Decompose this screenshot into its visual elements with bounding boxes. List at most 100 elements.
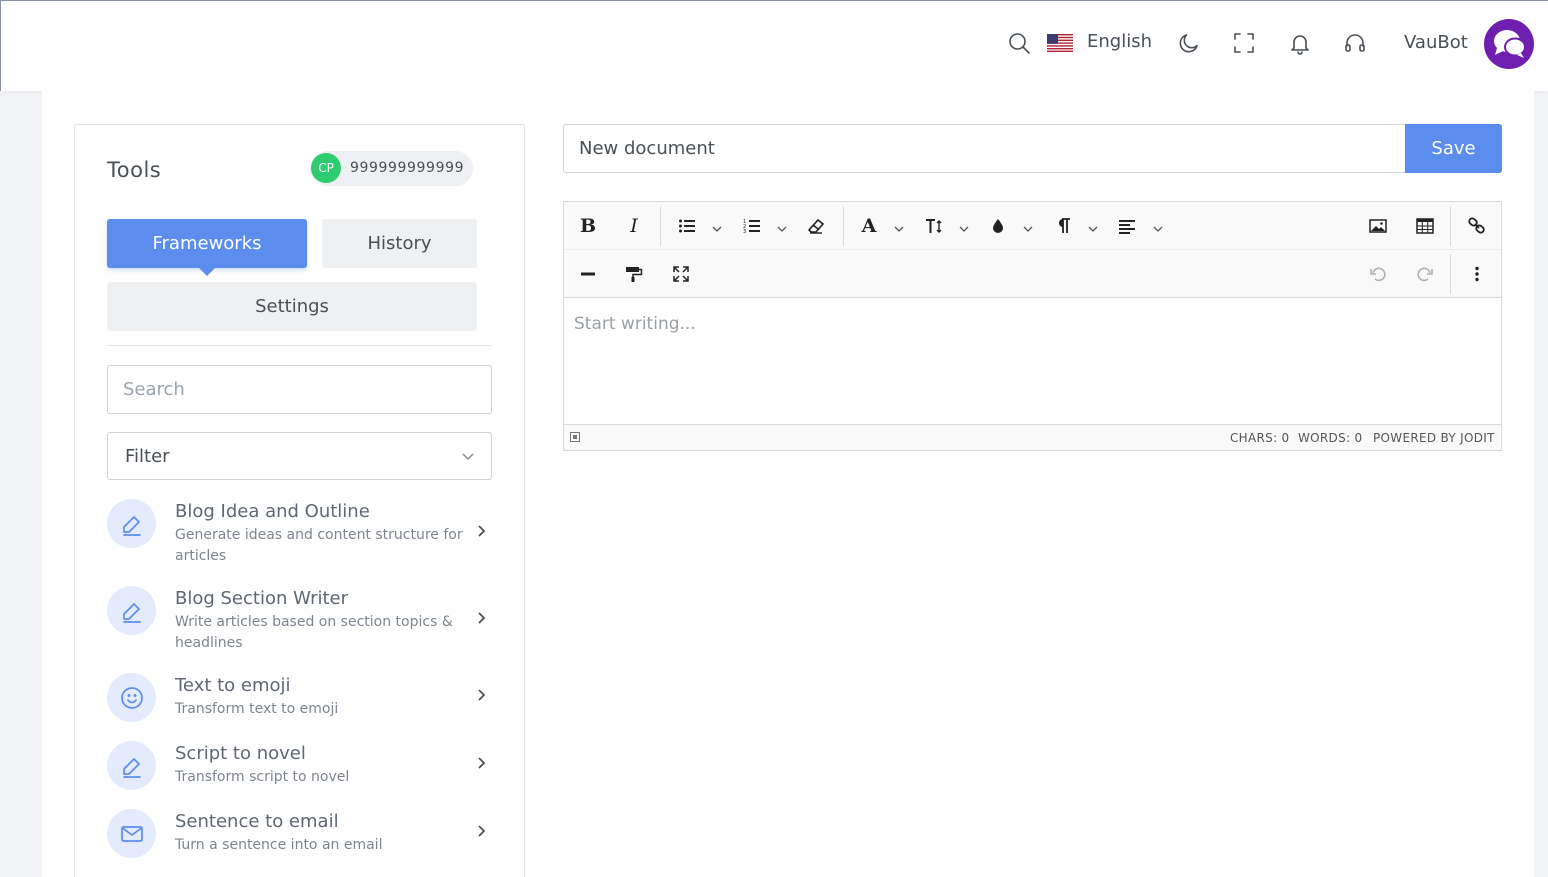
list-item[interactable]: Blog Section Writer Write articles based… xyxy=(107,586,492,656)
paint-roller-icon xyxy=(626,267,643,282)
toolbar-separator xyxy=(1450,206,1451,246)
insert-link-button[interactable] xyxy=(1462,211,1492,241)
pencil-icon xyxy=(107,741,156,790)
undo-icon xyxy=(1370,267,1386,282)
redo-icon xyxy=(1417,267,1433,282)
link-icon xyxy=(1468,217,1485,234)
filter-select[interactable]: Filter xyxy=(107,432,492,480)
toolbar-separator xyxy=(843,206,844,246)
us-flag-icon[interactable] xyxy=(1047,34,1073,52)
chevron-right-icon xyxy=(478,825,486,837)
list-item[interactable]: Blog Idea and Outline Generate ideas and… xyxy=(107,499,492,569)
tool-name: Sentence to email xyxy=(175,811,339,832)
horizontal-rule-icon xyxy=(581,272,595,276)
search-input[interactable] xyxy=(107,365,492,414)
moon-icon[interactable] xyxy=(1176,30,1202,56)
fullsize-button[interactable] xyxy=(666,259,696,289)
avatar[interactable] xyxy=(1484,19,1534,69)
font-size-icon xyxy=(926,219,942,233)
undo-button[interactable] xyxy=(1363,259,1393,289)
bullet-list-button[interactable] xyxy=(672,211,702,241)
list-item[interactable]: Text to emoji Transform text to emoji xyxy=(107,673,492,722)
editor-toolbar: B I 123 A xyxy=(564,202,1501,298)
tool-desc: Write articles based on section topics &… xyxy=(175,614,453,651)
align-left-icon xyxy=(1119,220,1135,234)
list-item[interactable]: Sentence to email Turn a sentence into a… xyxy=(107,809,492,858)
pencil-icon xyxy=(107,586,156,635)
chevron-down-icon[interactable] xyxy=(1087,220,1099,232)
tool-desc: Transform text to emoji xyxy=(175,701,339,717)
numbered-list-icon: 123 xyxy=(743,219,760,235)
tool-name: Script to novel xyxy=(175,743,306,764)
italic-button[interactable]: I xyxy=(619,211,649,241)
chevron-right-icon xyxy=(478,689,486,701)
numbered-list-button[interactable]: 123 xyxy=(737,211,767,241)
fullscreen-icon[interactable] xyxy=(1231,30,1257,56)
source-mode-icon[interactable] xyxy=(570,432,580,442)
chevron-down-icon xyxy=(462,453,474,461)
bullet-list-icon xyxy=(679,219,695,233)
toolbar-row-divider xyxy=(564,249,1501,250)
chevron-down-icon[interactable] xyxy=(1152,220,1164,232)
toolbar-separator xyxy=(1450,254,1451,294)
image-icon xyxy=(1369,219,1387,233)
color-button[interactable] xyxy=(983,211,1013,241)
credits-value: 999999999999 xyxy=(350,160,465,176)
tool-desc: Turn a sentence into an email xyxy=(175,837,383,853)
word-count: WORDS: 0 xyxy=(1298,431,1363,445)
more-options-button[interactable] xyxy=(1462,259,1492,289)
droplet-icon xyxy=(993,219,1003,233)
editor-placeholder[interactable]: Start writing... xyxy=(574,314,696,334)
toolbar-separator xyxy=(660,206,661,246)
tool-name: Blog Idea and Outline xyxy=(175,501,370,522)
chevron-down-icon[interactable] xyxy=(776,220,788,232)
chevron-right-icon xyxy=(478,525,486,537)
insert-image-button[interactable] xyxy=(1363,211,1393,241)
align-button[interactable] xyxy=(1112,211,1142,241)
top-header: English VauBot xyxy=(0,0,1548,91)
tools-title: Tools xyxy=(107,158,162,182)
chevron-down-icon[interactable] xyxy=(893,220,905,232)
copy-format-button[interactable] xyxy=(619,259,649,289)
language-selector[interactable]: English xyxy=(1087,31,1152,52)
chevron-right-icon xyxy=(478,612,486,624)
insert-table-button[interactable] xyxy=(1410,211,1440,241)
chevron-down-icon[interactable] xyxy=(1022,220,1034,232)
credits-badge: CP xyxy=(311,153,341,183)
table-icon xyxy=(1416,218,1434,234)
chevron-down-icon[interactable] xyxy=(711,220,723,232)
credits-pill: CP 999999999999 xyxy=(310,151,473,186)
rich-text-editor: B I 123 A Start writing... CHARS: 0 WORD… xyxy=(563,201,1502,451)
pencil-icon xyxy=(107,499,156,548)
tab-history[interactable]: History xyxy=(322,219,477,268)
paragraph-button[interactable] xyxy=(1048,211,1078,241)
font-size-button[interactable] xyxy=(919,211,949,241)
tool-desc: Transform script to novel xyxy=(175,769,350,785)
paragraph-icon xyxy=(1059,218,1070,233)
tool-name: Blog Section Writer xyxy=(175,588,349,609)
svg-text:3: 3 xyxy=(743,229,746,235)
eraser-button[interactable] xyxy=(801,211,831,241)
search-icon[interactable] xyxy=(1006,30,1032,56)
tool-name: Text to emoji xyxy=(175,675,291,696)
chevron-down-icon[interactable] xyxy=(958,220,970,232)
powered-by-link[interactable]: POWERED BY JODIT xyxy=(1373,431,1495,445)
font-button[interactable]: A xyxy=(854,211,884,241)
list-item[interactable]: Script to novel Transform script to nove… xyxy=(107,741,492,790)
tab-settings[interactable]: Settings xyxy=(107,282,477,331)
horizontal-line-button[interactable] xyxy=(573,259,603,289)
bold-button[interactable]: B xyxy=(573,211,603,241)
envelope-icon xyxy=(107,809,156,858)
char-count: CHARS: 0 xyxy=(1230,431,1290,445)
bell-icon[interactable] xyxy=(1287,30,1313,56)
user-name[interactable]: VauBot xyxy=(1404,32,1468,53)
filter-label: Filter xyxy=(125,446,170,467)
save-button[interactable]: Save xyxy=(1405,124,1502,173)
document-title-input[interactable] xyxy=(563,124,1406,173)
redo-button[interactable] xyxy=(1410,259,1440,289)
expand-icon xyxy=(673,266,689,282)
headset-icon[interactable] xyxy=(1342,30,1368,56)
tab-frameworks[interactable]: Frameworks xyxy=(107,219,307,276)
dots-vertical-icon xyxy=(1475,266,1479,282)
eraser-icon xyxy=(807,218,825,234)
